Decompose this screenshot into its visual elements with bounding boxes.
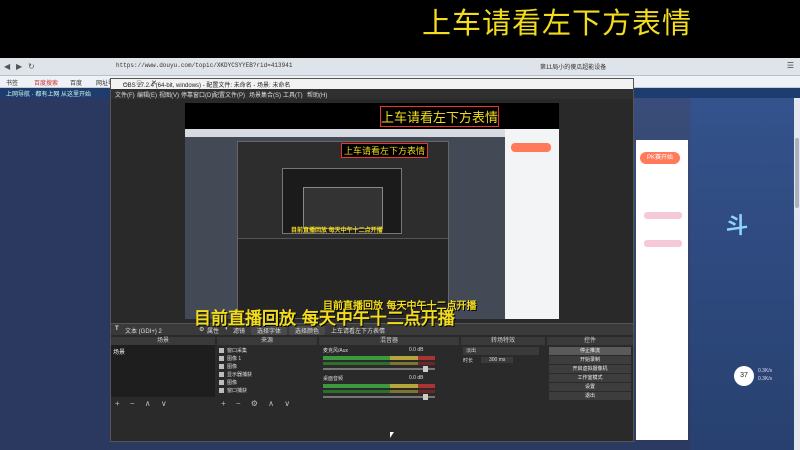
source-name: 文本 (GDI+) 2: [125, 329, 162, 335]
mixer-channel-name: 桌面音频: [323, 376, 344, 382]
scene-list: 场景: [111, 345, 215, 397]
transition-select[interactable]: 淡出: [463, 347, 539, 355]
left-panel: [0, 98, 110, 450]
scene-add-remove-icons[interactable]: + − ∧ ∨: [115, 399, 171, 408]
forward-icon[interactable]: ▶: [16, 62, 22, 71]
download-stat: 0.3K/s: [758, 376, 773, 382]
source-item[interactable]: 窗口采集: [219, 347, 305, 355]
upload-stat: 0.3K/s: [758, 368, 773, 374]
preview-title: 上车请看左下方表情: [379, 106, 500, 127]
address-bar: ◀ ▶ ↻ https://www.douyu.com/topic/XKDYCS…: [0, 58, 800, 76]
mixer-channel-desktop: 桌面音频 0.0 dB: [323, 375, 451, 401]
scrollbar-thumb[interactable]: [795, 138, 799, 208]
site-logo: 斗: [726, 213, 749, 238]
volume-meter: [323, 362, 435, 365]
chat-badge: [644, 240, 682, 247]
menu-help[interactable]: 帮助(H): [307, 90, 327, 99]
controls-header: 控件: [547, 337, 633, 345]
preview-banner: 上车请看左下方表情: [185, 103, 559, 129]
menu-scene-collection[interactable]: 场景集合(S): [249, 90, 281, 99]
source-add-remove-icons[interactable]: + − ⚙ ∧ ∨: [221, 399, 294, 408]
studio-mode-button[interactable]: 工作室模式: [549, 374, 631, 382]
nested-caption: 目前直播回放 每天中午十二点开播: [291, 228, 383, 234]
exit-button[interactable]: 退出: [549, 392, 631, 400]
stop-streaming-button[interactable]: 停止推流: [549, 347, 631, 355]
nested-preview: 目前直播回放 每天中午十二点开播: [282, 168, 402, 234]
window-controls[interactable]: –□✕: [123, 79, 627, 87]
settings-button[interactable]: 设置: [549, 383, 631, 391]
transition-duration-field[interactable]: 300 ms: [481, 357, 514, 363]
volume-slider[interactable]: [323, 366, 435, 372]
scene-item[interactable]: 场景: [113, 347, 125, 356]
obs-titlebar: OBS 27.2.4 (64-bit, windows) - 配置文件: 未命名…: [111, 79, 633, 89]
source-item[interactable]: 显示器捕获: [219, 371, 305, 379]
mixer-channel-level: 0.0 dB: [409, 347, 424, 353]
volume-slider[interactable]: [323, 394, 435, 400]
source-item[interactable]: 图像 1: [219, 355, 305, 363]
mixer-channel-mic: 麦克风/Aux 0.0 dB: [323, 347, 451, 373]
nested-title: 上车请看左下方表情: [340, 143, 429, 158]
scenes-header: 场景: [111, 337, 215, 345]
virtual-camera-button[interactable]: 开启虚拟摄像机: [549, 365, 631, 373]
obs-menubar: 文件(F) 编辑(E) 视图(V) 停靠窗口(D) 配置文件(P) 场景集合(S…: [111, 89, 633, 99]
chat-badge: [644, 212, 682, 219]
chat-panel: [636, 140, 688, 440]
preview-screen: 上车请看左下方表情 目前直播回放 每天中午十二点开播 目前直播回放 每天中午十二…: [185, 129, 505, 319]
transitions-panel: 淡出 时长 300 ms: [461, 345, 543, 385]
source-item[interactable]: 图像: [219, 379, 305, 387]
browser-tab[interactable]: 第11局小的傻瓜超能设备: [540, 62, 606, 71]
bookmark-item[interactable]: 百度搜索: [34, 78, 58, 87]
menu-edit[interactable]: 编辑(E): [137, 90, 157, 99]
menu-view[interactable]: 视图(V): [159, 90, 179, 99]
right-background: [690, 98, 800, 450]
obs-docks: 场景 来源 混音器 转场特效 控件 场景 窗口采集 图像 1 图像 显示器捕获 …: [111, 337, 633, 441]
obs-window: OBS 27.2.4 (64-bit, windows) - 配置文件: 未命名…: [110, 78, 634, 442]
obs-preview[interactable]: 上车请看左下方表情 上车请看左下方表情 目前直播回放 每天中午十二点开播 目前直…: [185, 103, 559, 319]
pk-button[interactable]: PK赛开始: [640, 152, 680, 164]
volume-meter: [323, 390, 435, 393]
preview-side-panel: [505, 129, 559, 319]
menu-docks[interactable]: 停靠窗口(D): [181, 90, 213, 99]
bookmark-item[interactable]: 百度: [70, 78, 82, 87]
menu-file[interactable]: 文件(F): [115, 90, 135, 99]
menu-tools[interactable]: 工具(T): [283, 90, 303, 99]
transitions-header: 转场特效: [461, 337, 545, 345]
text-source-icon: T: [115, 326, 119, 332]
nested-obs-window: 上车请看左下方表情 目前直播回放 每天中午十二点开播: [237, 141, 449, 319]
sources-header: 来源: [217, 337, 317, 345]
source-item[interactable]: 窗口捕获: [219, 387, 305, 395]
source-item[interactable]: 图像: [219, 363, 305, 371]
speed-gauge: 37: [734, 366, 754, 386]
top-banner: 上车请看左下方表情: [0, 0, 800, 58]
site-nav-text[interactable]: 上网导航 · 都有上网 从这里开始: [6, 89, 91, 98]
bookmark-item[interactable]: 书签: [6, 78, 18, 87]
volume-meter: [323, 356, 435, 360]
banner-title: 上车请看左下方表情: [422, 6, 693, 40]
menu-profile[interactable]: 配置文件(P): [213, 90, 245, 99]
menu-icon[interactable]: ☰: [787, 61, 794, 70]
start-recording-button[interactable]: 开始录制: [549, 356, 631, 364]
mixer-header: 混音器: [319, 337, 459, 345]
volume-meter: [323, 384, 435, 388]
mouse-cursor-icon: [390, 432, 394, 438]
preview-side-button: [511, 143, 551, 152]
url-field[interactable]: https://www.douyu.com/topic/XKDYCSYYEB?r…: [116, 62, 292, 69]
mixer-channel-level: 0.0 dB: [409, 375, 424, 381]
preview-address-bar: [185, 129, 505, 137]
refresh-icon[interactable]: ↻: [28, 62, 35, 71]
overlay-caption: 目前直播回放 每天中午十二点开播: [194, 309, 455, 329]
nested-preview-inner: [303, 187, 383, 229]
mixer-channel-name: 麦克风/Aux: [323, 348, 349, 354]
transition-duration-label: 时长: [463, 358, 474, 364]
back-icon[interactable]: ◀: [4, 62, 10, 71]
